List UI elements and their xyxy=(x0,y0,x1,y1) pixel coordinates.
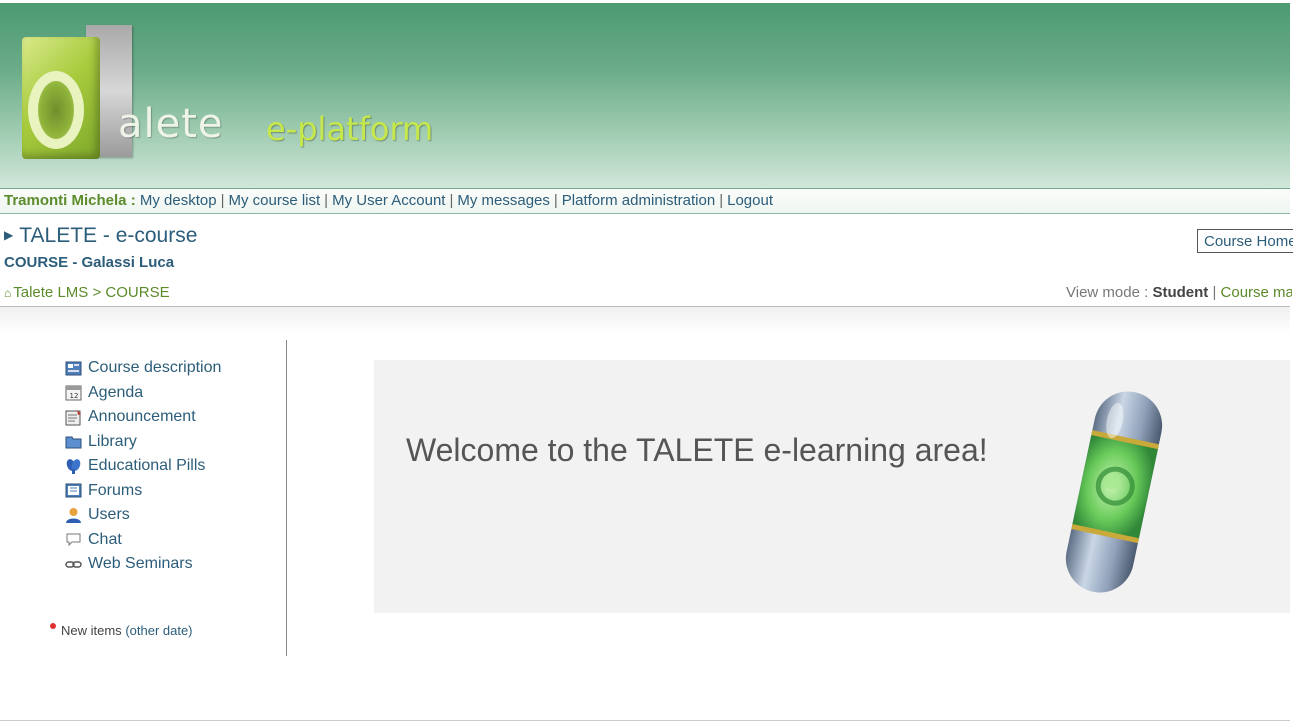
nav-separator: | xyxy=(719,192,724,209)
link-icon xyxy=(64,555,82,573)
menu-item-web-seminars[interactable]: Web Seminars xyxy=(64,552,274,577)
course-description-icon xyxy=(64,359,82,377)
new-item-dot-icon xyxy=(50,623,56,629)
current-user: Tramonti Michela : xyxy=(4,192,136,209)
menu-item-educational-pills[interactable]: Educational Pills xyxy=(64,454,274,479)
logo-ring xyxy=(28,71,84,149)
triangle-icon: ▶ xyxy=(4,228,14,242)
nav-my-course-list[interactable]: My course list xyxy=(228,192,320,209)
nav-my-user-account[interactable]: My User Account xyxy=(332,192,445,209)
welcome-message: Welcome to the TALETE e-learning area! xyxy=(406,432,988,468)
breadcrumb: ⌂ Talete LMS > COURSE xyxy=(4,284,170,301)
nav-separator: | xyxy=(220,192,225,209)
home-icon: ⌂ xyxy=(4,286,12,300)
course-tools-menu: Course description 12 Agenda Announcemen… xyxy=(64,356,274,577)
new-items-legend: New items (other date) xyxy=(50,623,193,638)
logo-text: alete xyxy=(118,101,224,147)
menu-item-label: Chat xyxy=(88,530,122,548)
menu-item-forums[interactable]: Forums xyxy=(64,479,274,504)
welcome-panel: Welcome to the TALETE e-learning area! xyxy=(374,360,1290,613)
course-title[interactable]: ▶ TALETE - e-course xyxy=(4,224,197,248)
menu-item-chat[interactable]: Chat xyxy=(64,528,274,553)
folder-icon xyxy=(64,433,82,451)
nav-separator: | xyxy=(449,192,454,209)
course-home-button[interactable]: Course Home xyxy=(1197,229,1293,253)
header-banner: alete e-platform xyxy=(0,0,1290,191)
nav-separator: | xyxy=(324,192,329,209)
view-mode-current: Student xyxy=(1152,284,1209,301)
logo-cube xyxy=(22,37,100,159)
chat-icon xyxy=(64,531,82,549)
nav-logout[interactable]: Logout xyxy=(727,192,773,209)
calendar-icon: 12 xyxy=(64,384,82,402)
course-subtitle: COURSE - Galassi Luca xyxy=(4,254,175,271)
svg-text:12: 12 xyxy=(69,392,78,400)
header-shadow xyxy=(0,307,1290,335)
breadcrumb-separator: > xyxy=(92,284,102,301)
legend-other-date-link[interactable]: (other date) xyxy=(125,623,192,638)
user-icon xyxy=(64,506,82,524)
menu-item-label: Users xyxy=(88,506,130,524)
nav-separator: | xyxy=(553,192,558,209)
menu-item-label: Announcement xyxy=(88,408,196,426)
view-mode-separator: | xyxy=(1212,284,1217,301)
logo-subtitle: e-platform xyxy=(266,110,434,148)
pills-icon xyxy=(64,457,82,475)
forum-icon xyxy=(64,482,82,500)
menu-item-label: Agenda xyxy=(88,383,144,401)
menu-item-library[interactable]: Library xyxy=(64,430,274,455)
view-mode-label: View mode : xyxy=(1066,284,1149,301)
menu-item-agenda[interactable]: 12 Agenda xyxy=(64,381,274,406)
top-navigation: Tramonti Michela : My desktop | My course … xyxy=(0,188,1290,214)
footer-divider xyxy=(0,720,1290,721)
menu-item-label: Web Seminars xyxy=(88,555,193,573)
legend-text: New items xyxy=(61,623,122,638)
nav-my-desktop[interactable]: My desktop xyxy=(140,192,217,209)
nav-my-messages[interactable]: My messages xyxy=(457,192,550,209)
course-title-text: TALETE - e-course xyxy=(19,224,198,247)
pill-capsule-icon xyxy=(1044,382,1184,607)
breadcrumb-root[interactable]: Talete LMS xyxy=(13,284,88,301)
announcement-icon xyxy=(64,408,82,426)
menu-item-label: Course description xyxy=(88,359,222,377)
menu-item-users[interactable]: Users xyxy=(64,503,274,528)
sidebar-divider xyxy=(286,340,287,656)
view-mode: View mode : Student | Course manager xyxy=(1066,284,1292,301)
menu-item-label: Educational Pills xyxy=(88,457,206,475)
menu-item-course-description[interactable]: Course description xyxy=(64,356,274,381)
menu-item-announcement[interactable]: Announcement xyxy=(64,405,274,430)
breadcrumb-current[interactable]: COURSE xyxy=(105,284,169,301)
menu-item-label: Forums xyxy=(88,481,143,499)
menu-item-label: Library xyxy=(88,432,137,450)
view-mode-switch-link[interactable]: Course manager xyxy=(1221,284,1292,301)
nav-platform-administration[interactable]: Platform administration xyxy=(562,192,715,209)
